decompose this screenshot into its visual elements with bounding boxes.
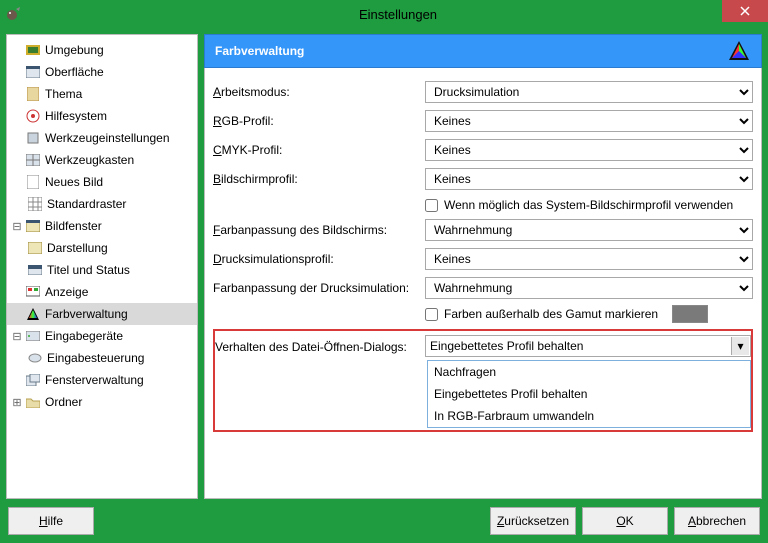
- cmyk-select[interactable]: Keines: [425, 139, 753, 161]
- openfile-select[interactable]: Eingebettetes Profil behalten ▾: [425, 335, 751, 357]
- help-button[interactable]: Hilfe: [8, 507, 94, 535]
- sidebar-item-ordner[interactable]: ⊞Ordner: [7, 391, 197, 413]
- color-triangle-icon: [727, 39, 751, 63]
- sidebar-item-oberflaeche[interactable]: Oberfläche: [7, 61, 197, 83]
- window-mgmt-icon: [25, 372, 41, 388]
- mode-label: Arbeitsmodus:: [213, 85, 425, 99]
- sidebar-item-thema[interactable]: Thema: [7, 83, 197, 105]
- printadj-label: Farbanpassung der Drucksimulation:: [213, 281, 425, 295]
- openfile-dropdown-list: Nachfragen Eingebettetes Profil behalten…: [427, 360, 751, 428]
- sidebar-item-eingabegeraete[interactable]: ⊟Eingabegeräte: [7, 325, 197, 347]
- color-mgmt-icon: [25, 306, 41, 322]
- cmyk-label: CMYK-Profil:: [213, 143, 425, 157]
- gamut-color-swatch[interactable]: [672, 305, 708, 323]
- expander-icon[interactable]: ⊞: [11, 396, 23, 409]
- openfile-label: Verhalten des Datei-Öffnen-Dialogs:: [215, 340, 425, 354]
- form-panel: Arbeitsmodus:Drucksimulation RGB-Profil:…: [204, 68, 762, 499]
- section-header: Farbverwaltung: [204, 34, 762, 68]
- openfile-option[interactable]: In RGB-Farbraum umwandeln: [428, 405, 750, 427]
- input-devices-icon: [25, 328, 41, 344]
- close-icon: [740, 6, 750, 16]
- cancel-button[interactable]: Abbrechen: [674, 507, 760, 535]
- folder-icon: [25, 394, 41, 410]
- sidebar-item-hilfesystem[interactable]: Hilfesystem: [7, 105, 197, 127]
- sidebar-item-anzeige[interactable]: Anzeige: [7, 281, 197, 303]
- openfile-option[interactable]: Nachfragen: [428, 361, 750, 383]
- sidebar-item-werkzeugeinst[interactable]: Werkzeugeinstellungen: [7, 127, 197, 149]
- sidebar-item-standardraster[interactable]: Standardraster: [7, 193, 197, 215]
- screen-select[interactable]: Keines: [425, 168, 753, 190]
- app-icon: [6, 6, 22, 22]
- display-icon: [25, 284, 41, 300]
- screenadj-label: Farbanpassung des Bildschirms:: [213, 223, 425, 237]
- expander-icon[interactable]: ⊟: [11, 220, 23, 233]
- sidebar: Umgebung Oberfläche Thema Hilfesystem We…: [6, 34, 198, 499]
- sidebar-item-eingabesteuerung[interactable]: Eingabesteuerung: [7, 347, 197, 369]
- titlebar: Einstellungen: [0, 0, 768, 28]
- theme-icon: [25, 86, 41, 102]
- tool-settings-icon: [25, 130, 41, 146]
- openfile-current: Eingebettetes Profil behalten: [430, 339, 583, 353]
- ok-button[interactable]: OK: [582, 507, 668, 535]
- reset-button[interactable]: Zurücksetzen: [490, 507, 576, 535]
- input-ctrl-icon: [27, 350, 43, 366]
- printadj-select[interactable]: Wahrnehmung: [425, 277, 753, 299]
- appearance-icon: [27, 240, 43, 256]
- title-icon: [27, 262, 43, 278]
- system-profile-label: Wenn möglich das System-Bildschirmprofil…: [444, 198, 733, 212]
- sidebar-item-umgebung[interactable]: Umgebung: [7, 39, 197, 61]
- grid-icon: [27, 196, 43, 212]
- close-button[interactable]: [722, 0, 768, 22]
- screen-label: Bildschirmprofil:: [213, 172, 425, 186]
- chevron-down-icon: ▾: [731, 337, 749, 355]
- image-window-icon: [25, 218, 41, 234]
- sidebar-item-titelstatus[interactable]: Titel und Status: [7, 259, 197, 281]
- printsim-select[interactable]: Keines: [425, 248, 753, 270]
- gamut-label: Farben außerhalb des Gamut markieren: [444, 307, 658, 321]
- system-profile-checkbox[interactable]: [425, 199, 438, 212]
- screenadj-select[interactable]: Wahrnehmung: [425, 219, 753, 241]
- sidebar-item-farbverwaltung[interactable]: Farbverwaltung: [7, 303, 197, 325]
- gamut-checkbox[interactable]: [425, 308, 438, 321]
- sidebar-item-bildfenster[interactable]: ⊟Bildfenster: [7, 215, 197, 237]
- button-bar: Hilfe Zurücksetzen OK Abbrechen: [6, 499, 762, 537]
- section-title: Farbverwaltung: [215, 44, 304, 58]
- openfile-option[interactable]: Eingebettetes Profil behalten: [428, 383, 750, 405]
- printsim-label: Drucksimulationsprofil:: [213, 252, 425, 266]
- expander-icon[interactable]: ⊟: [11, 330, 23, 343]
- sidebar-item-fensterverwaltung[interactable]: Fensterverwaltung: [7, 369, 197, 391]
- sidebar-item-neuesbild[interactable]: Neues Bild: [7, 171, 197, 193]
- new-image-icon: [25, 174, 41, 190]
- highlighted-dropdown-area: Verhalten des Datei-Öffnen-Dialogs: Eing…: [213, 329, 753, 432]
- ui-icon: [25, 64, 41, 80]
- rgb-select[interactable]: Keines: [425, 110, 753, 132]
- help-icon: [25, 108, 41, 124]
- mode-select[interactable]: Drucksimulation: [425, 81, 753, 103]
- rgb-label: RGB-Profil:: [213, 114, 425, 128]
- sidebar-item-werkzeugkasten[interactable]: Werkzeugkasten: [7, 149, 197, 171]
- sidebar-item-darstellung[interactable]: Darstellung: [7, 237, 197, 259]
- env-icon: [25, 42, 41, 58]
- toolbox-icon: [25, 152, 41, 168]
- window-title: Einstellungen: [28, 7, 768, 22]
